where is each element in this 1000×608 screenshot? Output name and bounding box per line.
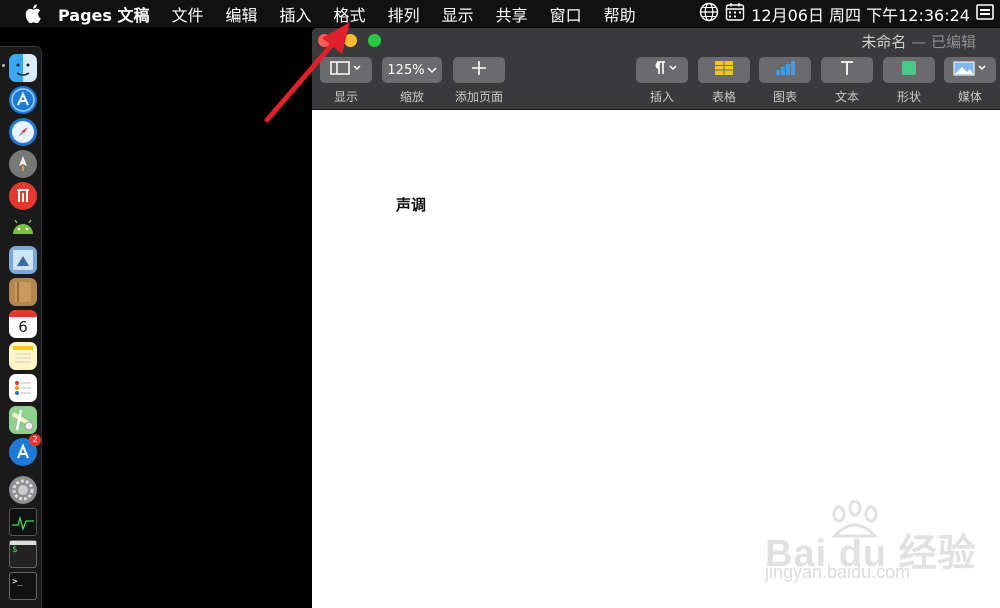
- menu-edit[interactable]: 编辑: [226, 2, 258, 26]
- insert-button[interactable]: [636, 57, 688, 83]
- edit-status: 已编辑: [930, 33, 976, 51]
- app-name-menu[interactable]: Pages 文稿: [58, 2, 150, 26]
- clock[interactable]: 12月06日 周四 下午12:36:24: [751, 2, 970, 26]
- terminal-prompt-text: >_: [12, 577, 23, 587]
- zoom-button[interactable]: [368, 34, 381, 47]
- menu-extras: 12月06日 周四 下午12:36:24: [699, 0, 1000, 27]
- add-page-label: 添加页面: [454, 90, 503, 104]
- title-separator: —: [906, 33, 931, 51]
- app-store-icon[interactable]: 2: [9, 434, 41, 466]
- sidebar-toggle-icon[interactable]: [976, 3, 994, 25]
- reminders-icon[interactable]: [9, 374, 37, 402]
- preview-icon[interactable]: [9, 246, 37, 274]
- view-button[interactable]: [320, 57, 372, 83]
- insert-label: 插入: [649, 90, 674, 104]
- activity-monitor-icon[interactable]: [9, 508, 37, 536]
- menu-help[interactable]: 帮助: [604, 2, 636, 26]
- shape-icon: [901, 60, 917, 80]
- calendar-day: 6: [18, 318, 28, 336]
- app-store-launcher-icon[interactable]: [9, 86, 37, 114]
- document-title: 未命名 — 已编辑: [861, 31, 976, 52]
- news-app-icon[interactable]: [9, 182, 37, 210]
- launchpad-icon[interactable]: [9, 150, 37, 178]
- bar-chart-icon: [774, 60, 796, 80]
- safari-icon[interactable]: [9, 118, 37, 146]
- zoom-select[interactable]: 125%: [382, 57, 442, 83]
- view-icon: [329, 60, 363, 80]
- chart-label: 图表: [772, 90, 797, 104]
- media-button[interactable]: [944, 57, 996, 83]
- text-button[interactable]: [821, 57, 873, 83]
- menu-arrange[interactable]: 排列: [388, 2, 420, 26]
- view-label: 显示: [333, 90, 358, 104]
- globe-icon[interactable]: [699, 2, 719, 26]
- dock: 6 2 $ >_: [0, 46, 42, 608]
- menu-share[interactable]: 共享: [496, 2, 528, 26]
- menu-file[interactable]: 文件: [172, 2, 204, 26]
- terminal-icon[interactable]: >_: [9, 572, 37, 600]
- baidu-watermark: Bai du 经验 jingyan.baidu.com: [765, 500, 985, 590]
- menu-bar: Pages 文稿 文件 编辑 插入 格式 排列 显示 共享 窗口 帮助 12月0…: [0, 0, 1000, 27]
- system-preferences-icon[interactable]: [9, 476, 37, 504]
- chart-button[interactable]: [759, 57, 811, 83]
- maps-icon[interactable]: [9, 406, 37, 434]
- table-icon: [714, 60, 734, 80]
- photo-icon: [952, 60, 988, 80]
- finder-icon[interactable]: [9, 54, 37, 82]
- table-button[interactable]: [698, 57, 750, 83]
- menu-format[interactable]: 格式: [334, 2, 366, 26]
- close-button[interactable]: [318, 34, 331, 47]
- zoom-label: 缩放: [399, 90, 424, 104]
- notes-icon[interactable]: [9, 342, 37, 370]
- text-icon: [839, 60, 855, 80]
- document-body-text[interactable]: 声调: [396, 194, 426, 215]
- table-label: 表格: [711, 90, 736, 104]
- window-toolbar: 未命名 — 已编辑 显示 125% 缩放 添加页面 插入 表格 图表 文本 形状…: [312, 28, 1000, 110]
- plus-icon: [471, 60, 487, 80]
- notebook-icon[interactable]: [9, 278, 37, 306]
- running-indicator: [2, 64, 5, 67]
- calendar-app-icon[interactable]: 6: [9, 310, 37, 338]
- terminal-prompt: $: [12, 545, 18, 555]
- menu-view[interactable]: 显示: [442, 2, 474, 26]
- terminal-icon-green[interactable]: $: [9, 540, 37, 568]
- document-name[interactable]: 未命名: [861, 33, 906, 51]
- zoom-value: 125%: [387, 62, 425, 78]
- watermark-url: jingyan.baidu.com: [765, 562, 911, 582]
- notification-badge: 2: [29, 434, 41, 446]
- shape-button[interactable]: [883, 57, 935, 83]
- chevron-down-icon: [427, 63, 437, 78]
- minimize-button[interactable]: [344, 34, 357, 47]
- media-label: 媒体: [957, 90, 982, 104]
- add-page-button[interactable]: [453, 57, 505, 83]
- android-icon[interactable]: [9, 214, 37, 242]
- menu-window[interactable]: 窗口: [550, 2, 582, 26]
- calendar-icon[interactable]: [725, 2, 745, 26]
- menu-insert[interactable]: 插入: [280, 2, 312, 26]
- text-label: 文本: [834, 90, 859, 104]
- apple-icon[interactable]: [22, 4, 44, 24]
- paragraph-icon: [645, 60, 679, 80]
- shape-label: 形状: [896, 90, 921, 104]
